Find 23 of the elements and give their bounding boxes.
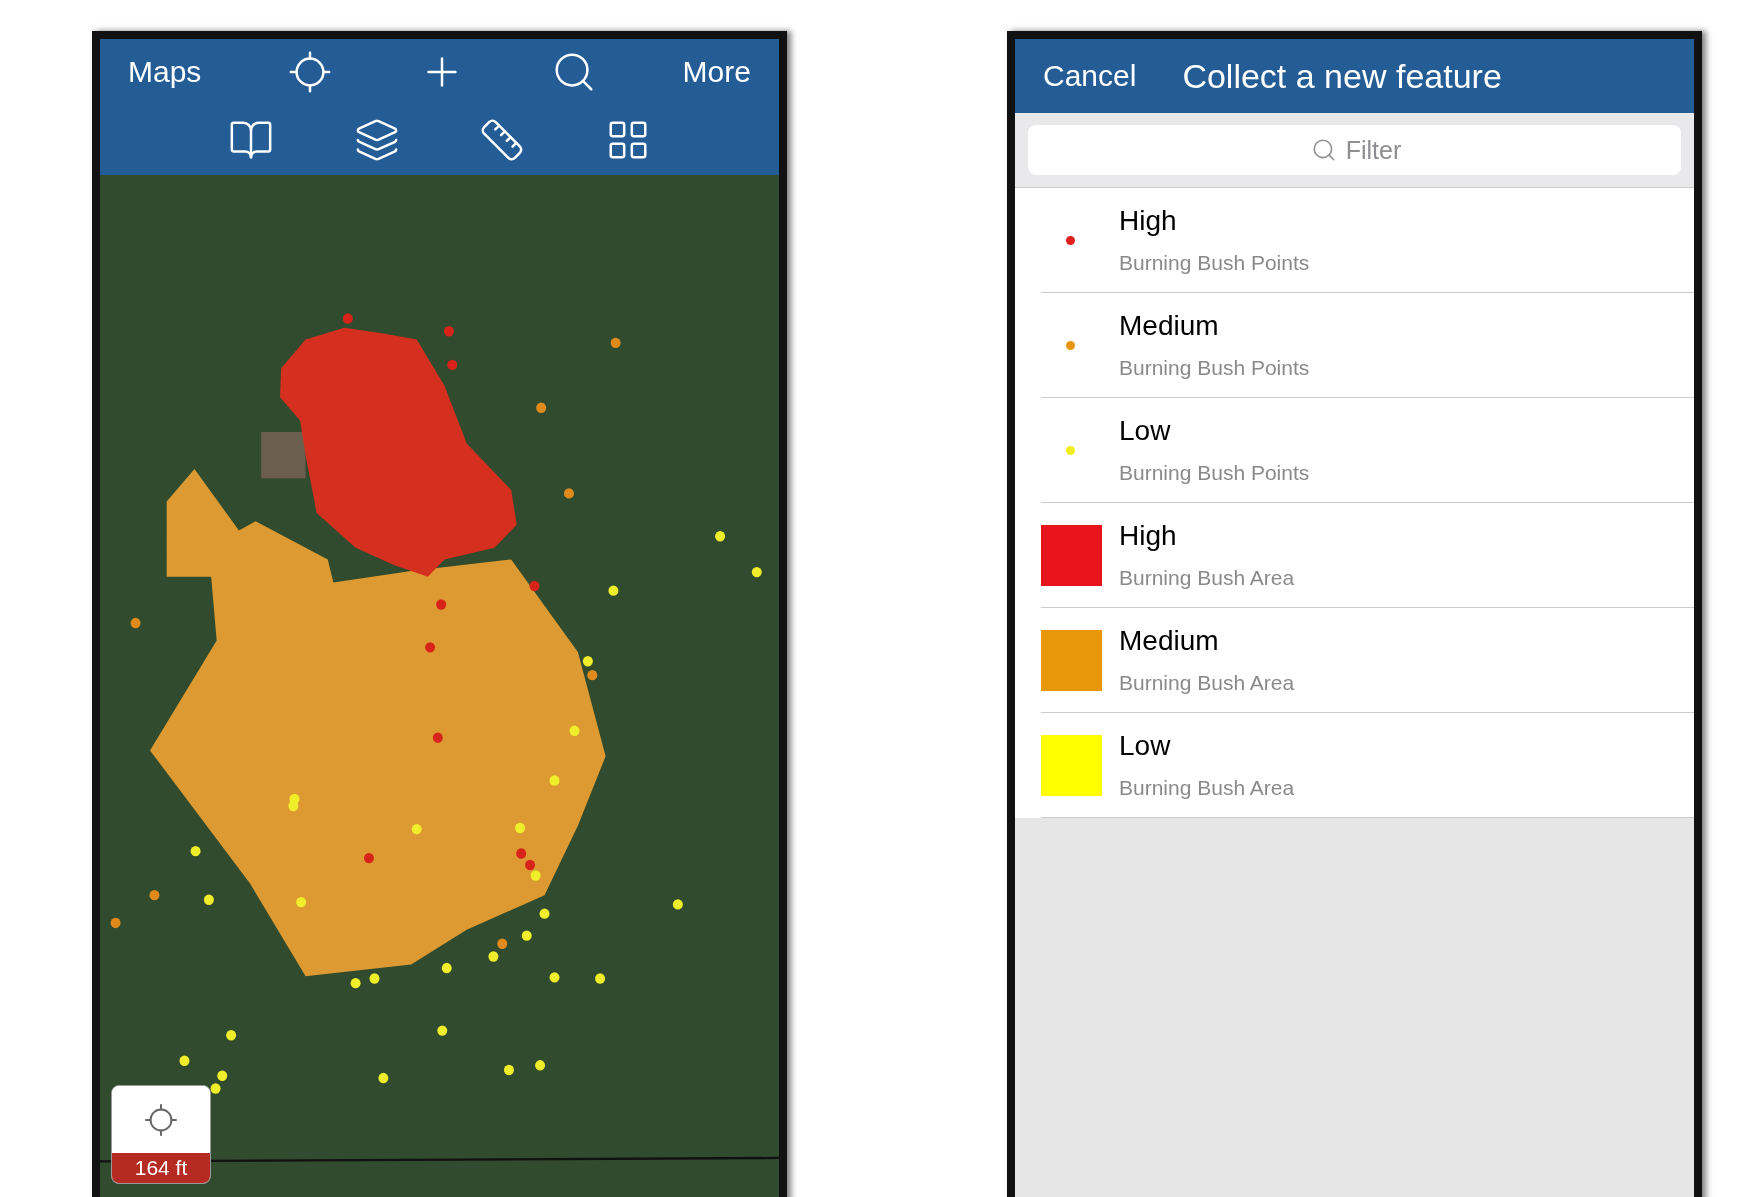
template-name: Medium (1119, 625, 1220, 657)
layer-name: Burning Bush Area (1119, 566, 1295, 590)
template-name: Medium (1119, 310, 1220, 342)
template-name: High (1119, 520, 1178, 552)
feature-template-item[interactable]: Medium Burning Bush Points (1041, 293, 1694, 398)
maps-button[interactable]: Maps (128, 55, 202, 89)
layer-name: Burning Bush Area (1119, 776, 1295, 800)
template-name: Low (1119, 730, 1172, 762)
layer-name: Burning Bush Area (1119, 671, 1295, 695)
layer-name: Burning Bush Points (1119, 251, 1310, 275)
template-name: High (1119, 205, 1178, 237)
feature-template-item[interactable]: High Burning Bush Area (1041, 503, 1694, 608)
layer-name: Burning Bush Points (1119, 461, 1310, 485)
cancel-button[interactable]: Cancel (1043, 59, 1137, 93)
scale-label: 164 ft (112, 1153, 210, 1183)
feature-template-item[interactable]: Low Burning Bush Points (1041, 398, 1694, 503)
layer-name: Burning Bush Points (1119, 356, 1310, 380)
more-button[interactable]: More (682, 55, 751, 89)
feature-template-item[interactable]: Medium Burning Bush Area (1041, 608, 1694, 713)
screen-title: Collect a new feature (1182, 56, 1502, 96)
template-name: Low (1119, 415, 1172, 447)
filter-field[interactable]: Filter (1028, 125, 1681, 175)
feature-template-item[interactable]: High Burning Bush Points (1041, 188, 1694, 293)
